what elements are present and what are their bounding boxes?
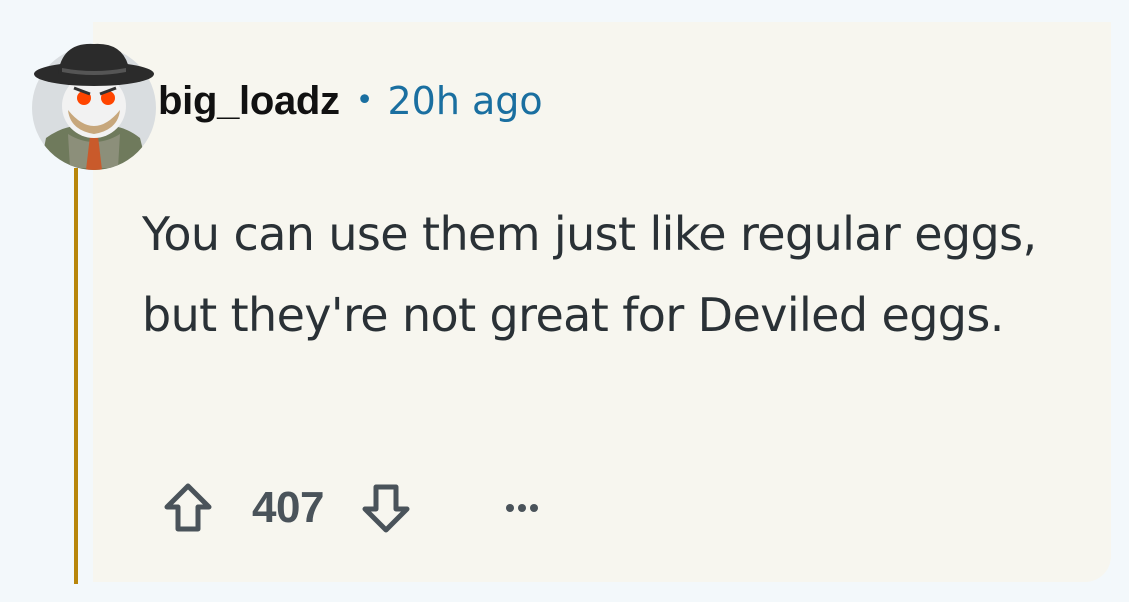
snoo-cowboy-avatar-icon: [32, 43, 156, 170]
ellipsis-icon: [505, 504, 538, 512]
comment-header: big_loadz • 20h ago: [158, 76, 543, 126]
username-link[interactable]: big_loadz: [158, 79, 340, 124]
timestamp-link[interactable]: 20h ago: [387, 79, 542, 123]
comment-body: You can use them just like regular eggs,…: [142, 207, 1037, 342]
downvote-button[interactable]: [356, 478, 416, 538]
arrow-down-icon: [362, 484, 410, 533]
upvote-button[interactable]: [158, 478, 218, 538]
arrow-up-icon: [164, 483, 212, 532]
comment-actions: 407: [158, 478, 546, 538]
more-options-button[interactable]: [498, 484, 546, 532]
user-avatar[interactable]: [28, 38, 160, 170]
thread-line[interactable]: [74, 168, 78, 584]
vote-score: 407: [252, 483, 324, 532]
separator-dot: •: [355, 83, 374, 118]
